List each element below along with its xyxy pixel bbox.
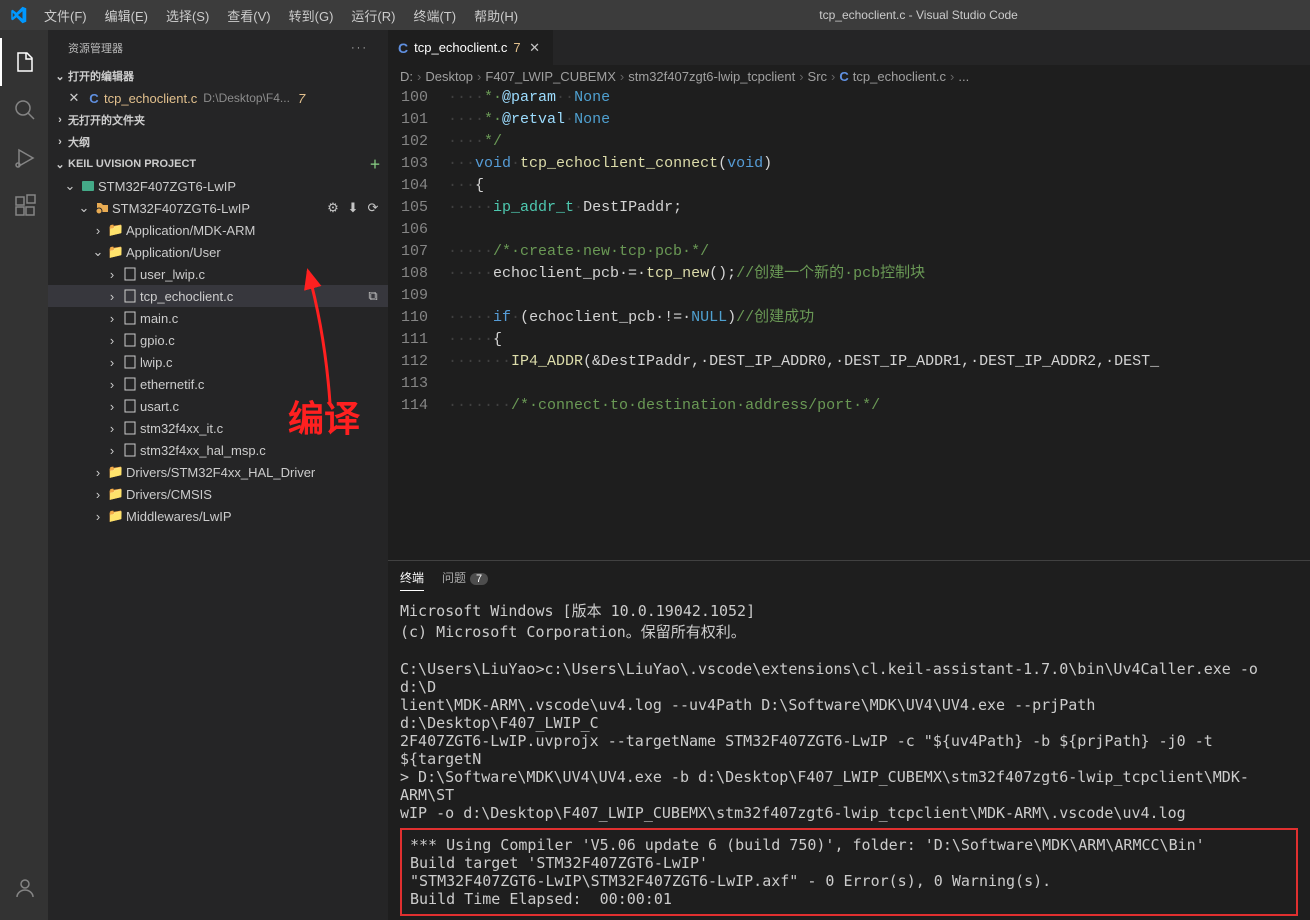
tree-item[interactable]: ›user_lwip.c bbox=[48, 263, 388, 285]
tree-item[interactable]: ›tcp_echoclient.c⧉ bbox=[48, 285, 388, 307]
menubar: 文件(F)编辑(E)选择(S)查看(V)转到(G)运行(R)终端(T)帮助(H) bbox=[35, 2, 527, 29]
search-icon[interactable] bbox=[0, 86, 48, 134]
dirty-badge: 7 bbox=[513, 40, 520, 55]
more-icon[interactable]: ··· bbox=[351, 42, 368, 54]
tree-item[interactable]: ›📁Middlewares/LwIP bbox=[48, 505, 388, 527]
close-icon[interactable]: ✕ bbox=[527, 40, 543, 56]
run-debug-icon[interactable] bbox=[0, 134, 48, 182]
breadcrumbs[interactable]: D:›Desktop›F407_LWIP_CUBEMX›stm32f407zgt… bbox=[388, 65, 1310, 87]
tree-item[interactable]: ›gpio.c bbox=[48, 329, 388, 351]
copy-icon[interactable]: ⧉ bbox=[364, 287, 382, 305]
menu-item[interactable]: 编辑(E) bbox=[96, 2, 157, 29]
menu-item[interactable]: 文件(F) bbox=[35, 2, 96, 29]
problems-count-badge: 7 bbox=[470, 573, 488, 585]
sidebar-title-bar: 资源管理器 ··· bbox=[48, 30, 388, 65]
c-file-icon: C bbox=[398, 40, 408, 56]
sidebar: 资源管理器 ··· ⌄打开的编辑器 ✕ C tcp_echoclient.c D… bbox=[48, 30, 388, 920]
tree-item[interactable]: ⌄STM32F407ZGT6-LwIP bbox=[48, 175, 388, 197]
editor-area: C tcp_echoclient.c 7 ✕ D:›Desktop›F407_L… bbox=[388, 30, 1310, 920]
section-no-folder[interactable]: ›无打开的文件夹 bbox=[48, 109, 388, 131]
vscode-icon bbox=[0, 6, 35, 24]
tree-item[interactable]: ›📁Drivers/CMSIS bbox=[48, 483, 388, 505]
gutter: 1001011021031041051061071081091101111121… bbox=[388, 87, 448, 560]
rebuild-icon[interactable]: ⟳ bbox=[364, 199, 382, 217]
breadcrumb-item[interactable]: stm32f407zgt6-lwip_tcpclient bbox=[628, 69, 795, 84]
tree-item[interactable]: ⌄STM32F407ZGT6-LwIP⚙⬇⟳ bbox=[48, 197, 388, 219]
breadcrumb-item[interactable]: Desktop bbox=[425, 69, 473, 84]
breadcrumb-item[interactable]: Src bbox=[808, 69, 828, 84]
download-icon[interactable]: ⬇ bbox=[344, 199, 362, 217]
tree-item[interactable]: ›stm32f4xx_it.c bbox=[48, 417, 388, 439]
menu-item[interactable]: 帮助(H) bbox=[465, 2, 527, 29]
activity-bar bbox=[0, 30, 48, 920]
open-editor-item[interactable]: ✕ C tcp_echoclient.c D:\Desktop\F4... 7 bbox=[48, 87, 388, 109]
breadcrumb-item[interactable]: D: bbox=[400, 69, 413, 84]
build-icon[interactable]: ⚙ bbox=[324, 199, 342, 217]
tree-item[interactable]: ›stm32f4xx_hal_msp.c bbox=[48, 439, 388, 461]
tab-terminal[interactable]: 终端 bbox=[400, 565, 424, 591]
tree-item[interactable]: ›ethernetif.c bbox=[48, 373, 388, 395]
terminal[interactable]: Microsoft Windows [版本 10.0.19042.1052] (… bbox=[388, 594, 1310, 920]
titlebar: 文件(F)编辑(E)选择(S)查看(V)转到(G)运行(R)终端(T)帮助(H)… bbox=[0, 0, 1310, 30]
tree-item[interactable]: ›📁Drivers/STM32F4xx_HAL_Driver bbox=[48, 461, 388, 483]
menu-item[interactable]: 转到(G) bbox=[280, 2, 343, 29]
breadcrumb-item[interactable]: F407_LWIP_CUBEMX bbox=[485, 69, 616, 84]
tree-item[interactable]: ›lwip.c bbox=[48, 351, 388, 373]
tree-item[interactable]: ›📁Application/MDK-ARM bbox=[48, 219, 388, 241]
section-outline[interactable]: ›大纲 bbox=[48, 131, 388, 153]
tab-tcp-echoclient[interactable]: C tcp_echoclient.c 7 ✕ bbox=[388, 30, 554, 65]
breadcrumb-item[interactable]: Ctcp_echoclient.c bbox=[839, 69, 946, 84]
extensions-icon[interactable] bbox=[0, 182, 48, 230]
sidebar-title: 资源管理器 bbox=[68, 40, 123, 56]
explorer-icon[interactable] bbox=[0, 38, 48, 86]
panel: 终端 问题7 Microsoft Windows [版本 10.0.19042.… bbox=[388, 560, 1310, 920]
close-icon[interactable]: ✕ bbox=[64, 90, 84, 106]
tree-item[interactable]: ⌄📁Application/User bbox=[48, 241, 388, 263]
menu-item[interactable]: 选择(S) bbox=[157, 2, 218, 29]
tab-problems[interactable]: 问题7 bbox=[442, 565, 488, 590]
menu-item[interactable]: 运行(R) bbox=[342, 2, 404, 29]
code-content[interactable]: ····*·@param··None····*·@retval·None····… bbox=[448, 87, 1310, 560]
panel-tabs: 终端 问题7 bbox=[388, 561, 1310, 594]
tree-item[interactable]: ›main.c bbox=[48, 307, 388, 329]
add-project-icon[interactable]: ＋ bbox=[366, 155, 384, 173]
section-keil-project[interactable]: ⌄KEIL UVISION PROJECT ＋ bbox=[48, 153, 388, 175]
tabbar: C tcp_echoclient.c 7 ✕ bbox=[388, 30, 1310, 65]
build-output-box: *** Using Compiler 'V5.06 update 6 (buil… bbox=[400, 828, 1298, 916]
menu-item[interactable]: 查看(V) bbox=[218, 2, 279, 29]
tree-item[interactable]: ›usart.c bbox=[48, 395, 388, 417]
menu-item[interactable]: 终端(T) bbox=[404, 2, 465, 29]
editor[interactable]: 1001011021031041051061071081091101111121… bbox=[388, 87, 1310, 560]
accounts-icon[interactable] bbox=[0, 864, 48, 912]
breadcrumb-item[interactable]: ... bbox=[958, 69, 969, 84]
window-title: tcp_echoclient.c - Visual Studio Code bbox=[527, 8, 1310, 22]
c-file-icon: C bbox=[84, 91, 104, 106]
section-open-editors[interactable]: ⌄打开的编辑器 bbox=[48, 65, 388, 87]
